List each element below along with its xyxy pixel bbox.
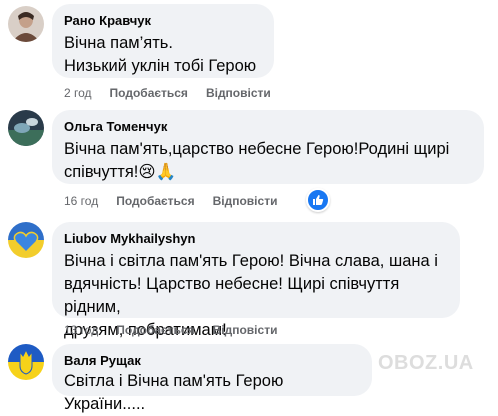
comment-author[interactable]: Liubov Mykhailyshyn bbox=[64, 230, 448, 248]
reply-button[interactable]: Відповісти bbox=[213, 193, 278, 209]
comment-line: Світла і Вічна пам'ять Герою України....… bbox=[64, 372, 284, 413]
comment-bubble: Валя Рущак Світла і Вічна пам'ять Герою … bbox=[52, 344, 372, 413]
comment-actions: 16 год Подобається Відповісти bbox=[64, 193, 277, 209]
comment-line: Низький уклін тобі Герою bbox=[64, 57, 257, 75]
comment-line: вдячність! Царство небесне! Щирі співчут… bbox=[64, 275, 400, 316]
avatar[interactable] bbox=[8, 222, 44, 258]
comment-actions: 13 год Подобається Відповісти bbox=[64, 322, 277, 338]
comment-time[interactable]: 16 год bbox=[64, 193, 98, 209]
comment-text: Вічна пам'ять,царство небесне Герою!Роди… bbox=[64, 138, 472, 184]
like-button[interactable]: Подобається bbox=[116, 193, 194, 209]
avatar[interactable] bbox=[8, 344, 44, 380]
reply-button[interactable]: Відповісти bbox=[213, 322, 278, 338]
like-button[interactable]: Подобається bbox=[110, 85, 188, 101]
avatar[interactable] bbox=[8, 110, 44, 146]
comment-text: Світла і Вічна пам'ять Герою України....… bbox=[64, 370, 360, 416]
watermark: OBOZ.UA bbox=[378, 352, 474, 374]
comment-author[interactable]: Рано Кравчук bbox=[64, 12, 262, 30]
comment-time[interactable]: 13 год bbox=[64, 322, 98, 338]
comment-line: Вічна пам'ять,царство небесне Герою!Роди… bbox=[64, 140, 450, 158]
comment-bubble: Рано Кравчук Вічна пам’ять. Низький уклі… bbox=[52, 4, 274, 78]
thumbs-up-icon[interactable] bbox=[306, 188, 330, 212]
comment-bubble: Ольга Томенчук Вічна пам'ять,царство неб… bbox=[52, 110, 484, 184]
comment-line: Вічна і світла пам'ять Герою! Вічна слав… bbox=[64, 252, 438, 270]
comment-line: співчуття!😢🙏 bbox=[64, 163, 177, 181]
comment-line: Вічна пам’ять. bbox=[64, 34, 173, 52]
comment-author[interactable]: Ольга Томенчук bbox=[64, 118, 472, 136]
comment-text: Вічна пам’ять. Низький уклін тобі Герою bbox=[64, 32, 262, 78]
like-button[interactable]: Подобається bbox=[116, 322, 194, 338]
comment-author[interactable]: Валя Рущак bbox=[64, 352, 360, 370]
reply-button[interactable]: Відповісти bbox=[206, 85, 271, 101]
comment-actions: 2 год Подобається Відповісти bbox=[64, 85, 271, 101]
avatar[interactable] bbox=[8, 6, 44, 42]
comment-time[interactable]: 2 год bbox=[64, 85, 92, 101]
comment-bubble: Liubov Mykhailyshyn Вічна і світла пам'я… bbox=[52, 222, 460, 339]
